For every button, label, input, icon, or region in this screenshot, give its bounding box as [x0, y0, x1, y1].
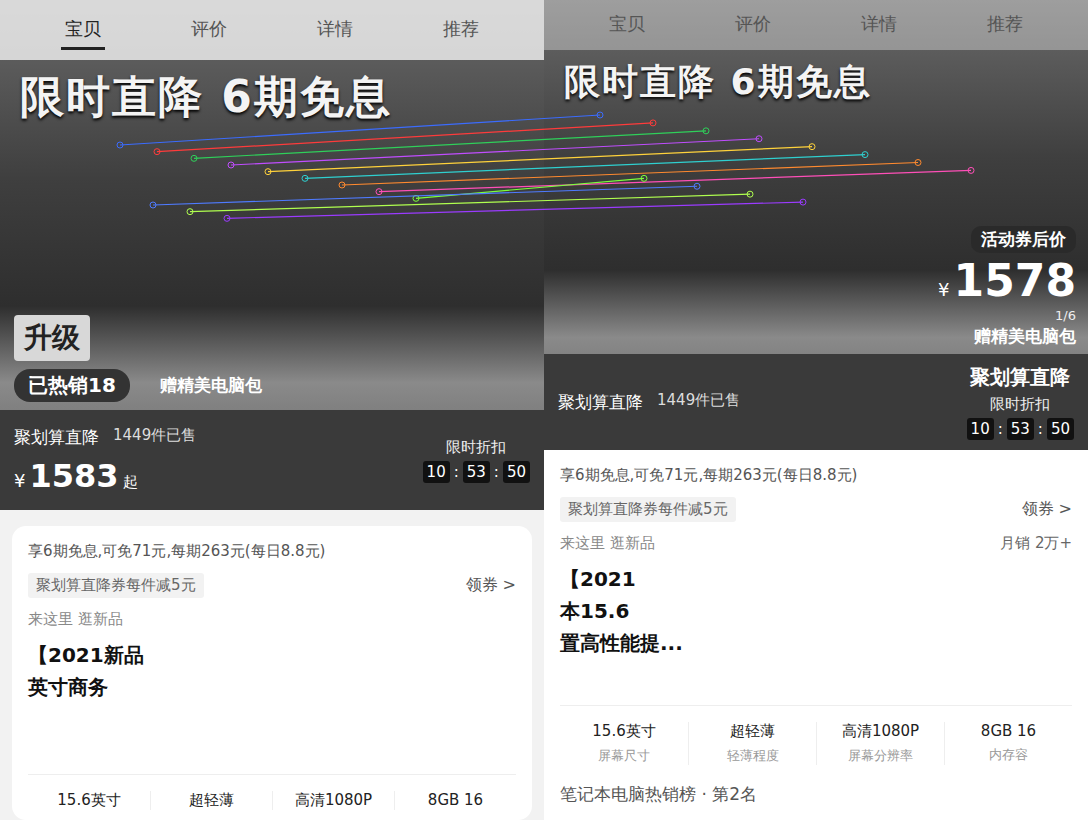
- match-line: [150, 183, 700, 208]
- countdown-digit: 10: [967, 418, 994, 440]
- match-line: [265, 144, 815, 175]
- laptop-photo: [0, 135, 544, 315]
- tab[interactable]: 推荐: [983, 6, 1027, 45]
- countdown-digit: 50: [503, 461, 530, 483]
- coupon-button[interactable]: 领券 >: [1022, 499, 1073, 520]
- product-title: 【2021新品英寸商务: [28, 641, 516, 701]
- match-view: 宝贝评价详情推荐限时直降 6期免息升级已热销18赠精美电脑包聚划算直降1449件…: [0, 0, 1088, 820]
- deal-name: 聚划算直降1449件已售: [558, 391, 740, 414]
- coupon: 聚划算直降券每件减5元: [560, 497, 736, 522]
- installment: 享6期免息,可免71元,每期263元(每日8.8元): [560, 466, 1072, 485]
- product-photo: 宝贝 评价 详情 推荐限时直降 6期免息升级已热销18 赠精美电脑包聚划算直降1449件…: [0, 0, 544, 510]
- product-photo: 宝贝 评价 详情 推荐限时直降 6期免息活动券后价¥1578 1/6 赠精美电脑包聚划算直…: [544, 0, 1088, 450]
- match-line: [413, 175, 647, 201]
- price-corner: 活动券后价¥1578 1/6 赠精美电脑包: [544, 220, 1088, 354]
- product-title: 【2021本15.6置高性能提...: [560, 565, 1072, 657]
- tab[interactable]: 宝贝: [61, 11, 105, 50]
- gift: 赠精美电脑包: [160, 374, 262, 397]
- tab[interactable]: 宝贝: [605, 6, 649, 45]
- new-link[interactable]: 来这里 逛新品: [28, 610, 123, 629]
- match-line: [228, 136, 762, 168]
- deal-strip: 聚划算直降1449件已售 ¥1583起 限时折扣 10:53:50: [0, 410, 544, 510]
- spec: 超轻薄: [150, 791, 272, 810]
- spec: 超轻薄轻薄程度: [688, 722, 816, 765]
- countdown: 10:53:50: [967, 418, 1074, 440]
- price: ¥1583起: [14, 457, 196, 495]
- tab[interactable]: 评价: [731, 6, 775, 45]
- spec: 8GB 16: [394, 791, 516, 810]
- tab-bar: 宝贝 评价 详情 推荐: [0, 0, 544, 60]
- deal-tag: 聚划算直降: [970, 364, 1070, 391]
- countdown-digit: 50: [1047, 418, 1074, 440]
- tab[interactable]: 详情: [857, 6, 901, 45]
- deal-name: 聚划算直降1449件已售: [14, 426, 196, 449]
- match-line: [117, 112, 603, 148]
- match-line: [187, 191, 753, 215]
- sold-badge: 已热销18: [14, 369, 130, 402]
- spec: 高清1080P: [272, 791, 394, 810]
- spec: 15.6英寸屏幕尺寸: [560, 722, 688, 765]
- match-line: [154, 120, 656, 155]
- countdown-digit: 53: [1007, 418, 1034, 440]
- info-card: 享6期免息,可免71元,每期263元(每日8.8元) 聚划算直降券每件减5元 领券 …: [12, 526, 532, 820]
- discount: 限时折扣: [990, 395, 1050, 414]
- tab-bar: 宝贝 评价 详情 推荐: [544, 0, 1088, 50]
- monthly-sales: 月销 2万+: [1000, 534, 1072, 553]
- countdown-digit: 53: [463, 461, 490, 483]
- spec: 15.6英寸: [28, 791, 150, 810]
- info-card: 享6期免息,可免71元,每期263元(每日8.8元) 聚划算直降券每件减5元 领券 …: [544, 450, 1088, 820]
- installment: 享6期免息,可免71元,每期263元(每日8.8元): [28, 542, 516, 561]
- spec: 高清1080P屏幕分辨率: [816, 722, 944, 765]
- match-line: [191, 128, 709, 162]
- spec: 8GB 16内存容: [944, 722, 1072, 765]
- match-line: [376, 167, 974, 194]
- match-line: [224, 199, 806, 221]
- price: ¥1578: [938, 255, 1076, 306]
- discount: 限时折扣: [446, 438, 506, 457]
- coupon: 聚划算直降券每件减5元: [28, 573, 204, 598]
- deal-strip: 聚划算直降1449件已售 聚划算直降限时折扣 10:53:50: [544, 354, 1088, 450]
- gift: 赠精美电脑包: [974, 325, 1076, 348]
- tab[interactable]: 评价: [187, 11, 231, 50]
- promo-title: 升级: [14, 315, 90, 361]
- match-line: [339, 160, 921, 189]
- screen-a: 宝贝 评价 详情 推荐限时直降 6期免息升级已热销18 赠精美电脑包聚划算直降1449件…: [0, 0, 544, 820]
- gallery-index: 1/6: [1055, 308, 1076, 323]
- laptop-photo: [544, 115, 1088, 220]
- price-label: 活动券后价: [971, 226, 1076, 253]
- banner: 限时直降 6期免息: [544, 50, 1088, 115]
- spec-row: 15.6英寸屏幕尺寸超轻薄轻薄程度高清1080P屏幕分辨率8GB 16内存容: [560, 705, 1072, 765]
- tab[interactable]: 推荐: [439, 11, 483, 50]
- spec-row: 15.6英寸超轻薄高清1080P8GB 16: [28, 774, 516, 810]
- coupon-button[interactable]: 领券 >: [466, 575, 517, 596]
- tab[interactable]: 详情: [313, 11, 357, 50]
- countdown: 10:53:50: [423, 461, 530, 483]
- match-lines: [0, 0, 1088, 820]
- screen-b: 宝贝 评价 详情 推荐限时直降 6期免息活动券后价¥1578 1/6 赠精美电脑包聚划算直…: [544, 0, 1088, 820]
- new-link[interactable]: 来这里 逛新品: [560, 534, 655, 553]
- ranking[interactable]: 笔记本电脑热销榜 · 第2名: [560, 777, 1072, 810]
- countdown-digit: 10: [423, 461, 450, 483]
- match-line: [302, 152, 868, 182]
- banner: 限时直降 6期免息: [0, 60, 544, 135]
